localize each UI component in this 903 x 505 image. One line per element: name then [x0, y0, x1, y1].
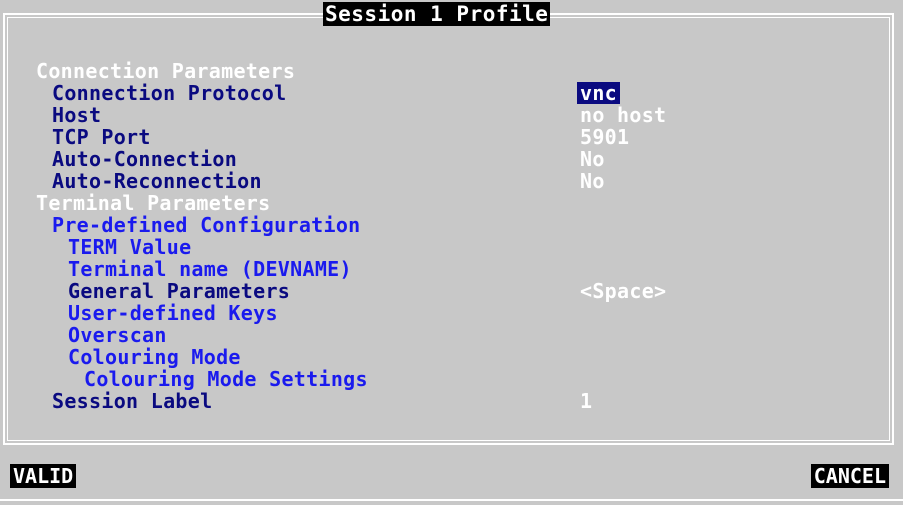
valid-button[interactable]: VALID [10, 464, 77, 488]
field-auto-reconnection-label[interactable]: Auto-Reconnection [52, 170, 262, 192]
field-general-parameters-label[interactable]: General Parameters [68, 280, 290, 302]
field-colouring-mode[interactable]: Colouring Mode [68, 346, 241, 368]
field-session-label-value[interactable]: 1 [580, 390, 592, 412]
cancel-button[interactable]: CANCEL [810, 464, 889, 488]
dialog-title: Session 1 Profile [323, 2, 551, 26]
field-user-defined-keys[interactable]: User-defined Keys [68, 302, 278, 324]
section-connection-parameters: Connection Parameters [36, 59, 296, 83]
section-terminal-parameters: Terminal Parameters [36, 191, 271, 215]
field-general-parameters-value[interactable]: <Space> [580, 280, 666, 302]
field-auto-connection-label[interactable]: Auto-Connection [52, 148, 237, 170]
field-connection-protocol-label[interactable]: Connection Protocol [52, 82, 286, 104]
field-term-value[interactable]: TERM Value [68, 236, 191, 258]
field-host-value[interactable]: no host [580, 104, 666, 126]
field-overscan[interactable]: Overscan [68, 324, 167, 346]
field-tcp-port-label[interactable]: TCP Port [52, 126, 151, 148]
field-tcp-port-value[interactable]: 5901 [580, 126, 629, 148]
field-auto-connection-value[interactable]: No [580, 148, 605, 170]
field-session-label-label[interactable]: Session Label [52, 390, 212, 412]
field-colouring-mode-settings[interactable]: Colouring Mode Settings [84, 368, 368, 390]
bottom-divider [0, 499, 903, 501]
session-profile-screen: Session 1 Profile Connection Parameters … [0, 0, 903, 505]
field-terminal-name[interactable]: Terminal name (DEVNAME) [68, 258, 352, 280]
field-connection-protocol-value[interactable]: vnc [577, 82, 621, 104]
field-predefined-configuration[interactable]: Pre-defined Configuration [52, 214, 361, 236]
field-host-label[interactable]: Host [52, 104, 101, 126]
field-auto-reconnection-value[interactable]: No [580, 170, 605, 192]
